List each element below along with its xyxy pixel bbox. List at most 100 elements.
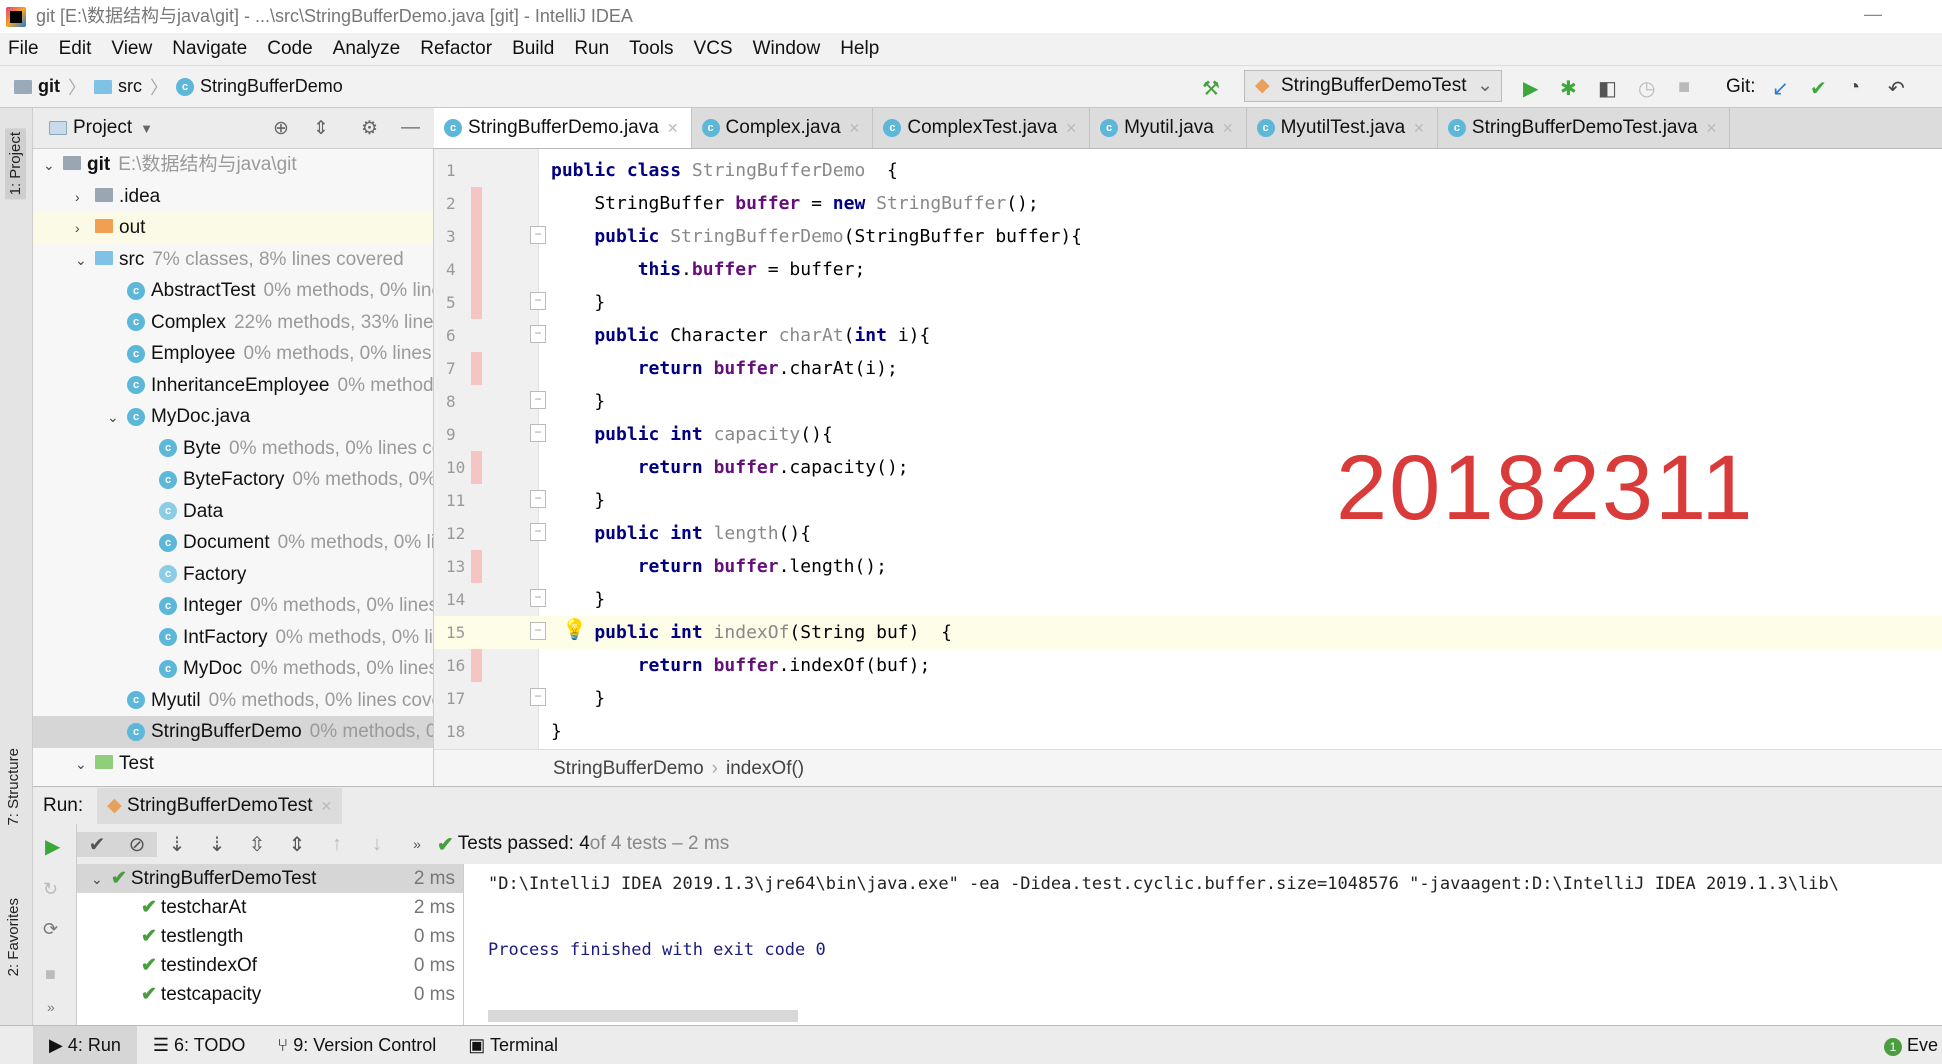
locate-icon[interactable]: ⊕ <box>273 117 289 140</box>
menu-help[interactable]: Help <box>840 38 879 60</box>
breadcrumb-class[interactable]: StringBufferDemo <box>553 758 704 779</box>
git-rollback-icon[interactable]: ↶ <box>1888 76 1905 101</box>
nav-crumb-src[interactable]: src <box>118 76 142 97</box>
chevron-down-icon[interactable]: ⌄ <box>75 245 95 277</box>
chevron-right-icon[interactable]: › <box>75 182 95 214</box>
coverage-icon[interactable]: ◧ <box>1598 76 1617 101</box>
console-output[interactable]: "D:\IntelliJ IDEA 2019.1.3\jre64\bin\jav… <box>464 864 1942 1025</box>
tree-item[interactable]: c Factory <box>33 559 433 591</box>
breadcrumb-method[interactable]: indexOf() <box>726 758 804 779</box>
editor-tab[interactable]: c Myutil.java ✕ <box>1090 108 1247 148</box>
stop-icon[interactable]: ■ <box>45 964 56 985</box>
close-icon[interactable]: ✕ <box>1413 120 1425 136</box>
collapse-all-icon[interactable]: ⇕ <box>277 832 317 857</box>
menu-window[interactable]: Window <box>753 38 821 60</box>
editor-tab[interactable]: c StringBufferDemoTest.java ✕ <box>1438 108 1731 148</box>
toggle-auto-test-icon[interactable]: ⟳ <box>43 919 58 940</box>
fold-icon[interactable]: − <box>530 292 546 310</box>
minimize-button[interactable]: — <box>1864 4 1882 25</box>
chevron-down-icon[interactable]: ⌄ <box>107 402 127 434</box>
tree-item[interactable]: › out <box>33 212 433 244</box>
event-log-button[interactable]: 1 Eve <box>1883 1035 1938 1056</box>
test-row[interactable]: ✔ testlength 0 ms <box>77 922 463 951</box>
more-icon[interactable]: » <box>397 836 437 852</box>
menu-build[interactable]: Build <box>512 38 554 60</box>
tree-item[interactable]: c MyDoc 0% methods, 0% lines covered <box>33 653 433 685</box>
run-config-select[interactable]: ◆ StringBufferDemoTest ⌄ <box>1244 70 1502 102</box>
favorites-tool-tab[interactable]: 2: Favorites <box>5 898 22 976</box>
git-history-icon[interactable]: ◔ <box>1848 76 1860 99</box>
more-icon[interactable]: » <box>47 999 55 1015</box>
run-tool-button[interactable]: ▶ 4: Run <box>33 1026 137 1064</box>
menu-tools[interactable]: Tools <box>629 38 673 60</box>
fold-icon[interactable]: − <box>530 424 546 442</box>
fold-icon[interactable]: − <box>530 490 546 508</box>
tree-item[interactable]: c Data <box>33 496 433 528</box>
fold-icon[interactable]: − <box>530 226 546 244</box>
sort-alpha-icon[interactable]: ⇣ <box>157 832 197 857</box>
tree-item[interactable]: c StringBufferDemo 0% methods, 0% lines co… <box>33 716 433 748</box>
menu-navigate[interactable]: Navigate <box>172 38 247 60</box>
menu-edit[interactable]: Edit <box>59 38 92 60</box>
tree-item[interactable]: c Integer 0% methods, 0% lines covered <box>33 590 433 622</box>
sort-duration-icon[interactable]: ⇣ <box>197 832 237 857</box>
tree-item[interactable]: ⌄ Test <box>33 748 433 780</box>
test-row[interactable]: ✔ testindexOf 0 ms <box>77 951 463 980</box>
menu-code[interactable]: Code <box>267 38 312 60</box>
project-tool-tab[interactable]: 1: Project <box>5 128 26 200</box>
editor-tab[interactable]: c Complex.java ✕ <box>692 108 874 148</box>
version-control-tool-button[interactable]: ⑂ 9: Version Control <box>261 1026 452 1064</box>
terminal-tool-button[interactable]: ▣ Terminal <box>452 1026 574 1064</box>
show-passed-icon[interactable]: ✔ <box>77 831 117 857</box>
test-row[interactable]: ✔ testcapacity 0 ms <box>77 980 463 1009</box>
test-row[interactable]: ⌄ ✔ StringBufferDemoTest 2 ms <box>77 864 463 893</box>
tree-item[interactable]: c Byte 0% methods, 0% lines covered <box>33 433 433 465</box>
horizontal-scrollbar[interactable] <box>488 1010 798 1022</box>
close-icon[interactable]: ✕ <box>1222 120 1234 136</box>
tree-item[interactable]: ⌄ git E:\数据结构与java\git <box>33 149 433 181</box>
rerun-failed-icon[interactable]: ↻ <box>43 879 58 900</box>
fold-icon[interactable]: − <box>530 589 546 607</box>
tree-item[interactable]: ⌄ src 7% classes, 8% lines covered <box>33 244 433 276</box>
editor-tab[interactable]: c StringBufferDemo.java ✕ <box>434 108 692 148</box>
nav-crumb-class[interactable]: StringBufferDemo <box>200 76 343 97</box>
tree-item[interactable]: c AbstractTest 0% methods, 0% lines covere… <box>33 275 433 307</box>
chevron-down-icon[interactable]: ▼ <box>140 121 153 136</box>
tree-item[interactable]: ⌄ c MyDoc.java <box>33 401 433 433</box>
chevron-right-icon[interactable]: › <box>75 213 95 245</box>
nav-crumb-git[interactable]: git <box>38 76 60 97</box>
lightbulb-icon[interactable]: 💡 <box>562 617 587 642</box>
test-row[interactable]: ✔ testcharAt 2 ms <box>77 893 463 922</box>
run-tab[interactable]: ◆ StringBufferDemoTest ✕ <box>97 787 343 824</box>
close-icon[interactable]: ✕ <box>1065 120 1077 136</box>
close-icon[interactable]: ✕ <box>1706 120 1718 136</box>
close-icon[interactable]: ✕ <box>321 798 333 814</box>
fold-icon[interactable]: − <box>530 688 546 706</box>
chevron-down-icon[interactable]: ⌄ <box>43 150 63 182</box>
tree-item[interactable]: › .idea <box>33 181 433 213</box>
menu-analyze[interactable]: Analyze <box>333 38 401 60</box>
next-test-icon[interactable]: ↓ <box>357 833 397 856</box>
show-ignored-icon[interactable]: ⊘ <box>117 831 157 857</box>
editor-tab[interactable]: c ComplexTest.java ✕ <box>873 108 1091 148</box>
run-icon[interactable]: ▶ <box>1523 76 1538 101</box>
fold-icon[interactable]: − <box>530 391 546 409</box>
tree-item[interactable]: c InheritanceEmployee 0% methods, 0% lines… <box>33 370 433 402</box>
fold-icon[interactable]: − <box>530 622 546 640</box>
git-update-icon[interactable]: ↙ <box>1772 76 1789 101</box>
gear-icon[interactable]: ⚙ <box>361 117 378 140</box>
collapse-all-icon[interactable]: ⇕ <box>313 117 329 140</box>
tree-item[interactable]: c Complex 22% methods, 33% lines covered <box>33 307 433 339</box>
stop-icon[interactable]: ■ <box>1678 76 1690 99</box>
menu-refactor[interactable]: Refactor <box>420 38 492 60</box>
debug-icon[interactable]: ✱ <box>1560 76 1577 101</box>
chevron-down-icon[interactable]: ⌄ <box>75 749 95 781</box>
fold-icon[interactable]: − <box>530 325 546 343</box>
fold-icon[interactable]: − <box>530 523 546 541</box>
profile-icon[interactable]: ◷ <box>1638 76 1655 101</box>
tree-item[interactable]: c Document 0% methods, 0% lines covered <box>33 527 433 559</box>
structure-tool-tab[interactable]: 7: Structure <box>5 748 22 826</box>
rerun-icon[interactable]: ▶ <box>45 834 60 859</box>
close-icon[interactable]: ✕ <box>667 120 679 136</box>
hide-panel-icon[interactable]: — <box>401 117 420 139</box>
